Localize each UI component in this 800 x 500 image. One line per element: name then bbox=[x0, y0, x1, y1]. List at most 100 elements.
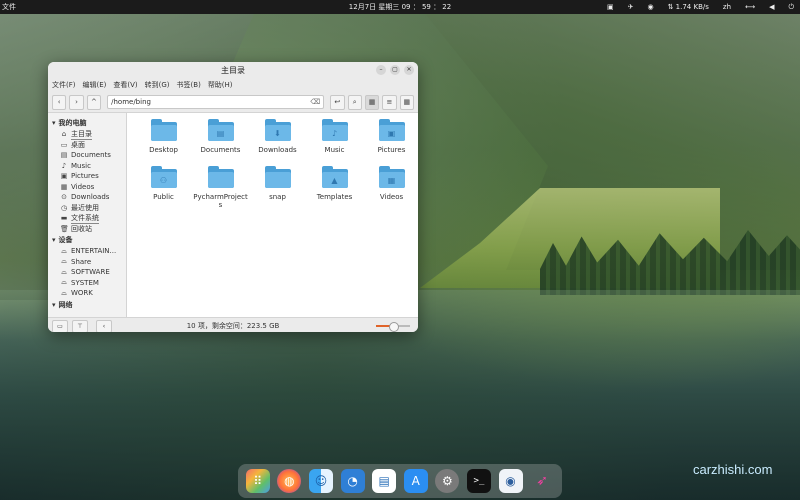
launchpad-icon[interactable]: ⠿ bbox=[245, 469, 270, 493]
chevron-down-icon: ▾ bbox=[52, 300, 56, 309]
sidebar-item-label: Music bbox=[71, 161, 91, 170]
menu-view[interactable]: 查看(V) bbox=[113, 80, 137, 90]
document-viewer-icon[interactable]: ▤ bbox=[372, 469, 397, 493]
sidebar-item-7[interactable]: ◷ 最近使用 bbox=[48, 203, 126, 214]
sidebar-item-4[interactable]: ▣ Pictures bbox=[48, 171, 126, 182]
folder-name: Videos bbox=[379, 193, 404, 201]
sidebar-section-devices[interactable]: ▾ 设备 bbox=[48, 234, 126, 246]
chevron-up-icon: ^ bbox=[91, 98, 97, 106]
menu-edit[interactable]: 编辑(E) bbox=[83, 80, 107, 90]
sidebar-section-network[interactable]: ▾ 网络 bbox=[48, 299, 126, 311]
firefox-icon[interactable]: ◍ bbox=[277, 469, 302, 493]
sidebar-item-label: Documents bbox=[71, 151, 111, 160]
wechat-icon[interactable]: ◉ bbox=[647, 3, 653, 11]
close-button[interactable]: ✕ bbox=[404, 65, 414, 75]
folder-item[interactable]: ▤ Documents bbox=[192, 119, 249, 154]
app-store-icon[interactable]: A bbox=[403, 469, 428, 493]
search-button[interactable]: ⌕ bbox=[347, 94, 362, 110]
tray-icon[interactable]: ✈ bbox=[628, 3, 634, 11]
compact-view-button[interactable]: ▦ bbox=[399, 94, 414, 110]
finder-icon[interactable]: ☺ bbox=[308, 469, 333, 493]
recent-icon: ◷ bbox=[60, 203, 68, 212]
zoom-slider[interactable] bbox=[376, 322, 410, 332]
terminal-icon[interactable]: >_ bbox=[466, 469, 491, 493]
list-view-button[interactable]: ≡ bbox=[382, 94, 397, 110]
sidebar-item-6[interactable]: ⊙ Downloads bbox=[48, 192, 126, 203]
folder-item[interactable]: ♪ Music bbox=[306, 119, 363, 154]
folder-item[interactable]: ▣ Pictures bbox=[363, 119, 418, 154]
clear-location-icon[interactable]: ⌫ bbox=[310, 98, 320, 106]
status-bar: ▭ ⊤ ‹ 10 项，剩余空间：223.5 GB bbox=[48, 317, 418, 332]
network-icon[interactable]: ⟷ bbox=[745, 3, 755, 11]
folder-item[interactable]: ⚇ Public bbox=[135, 166, 192, 209]
sidebar-item-2[interactable]: ▤ Documents bbox=[48, 150, 126, 161]
sidebar-item-label: 桌面 bbox=[71, 140, 85, 149]
grid-icon: ▦ bbox=[368, 98, 376, 106]
folder-icon: ⚇ bbox=[150, 166, 177, 188]
window-titlebar[interactable]: 主目录 – ▢ ✕ bbox=[48, 62, 418, 78]
icon-view-button[interactable]: ▦ bbox=[364, 94, 380, 110]
sidebar-item-5[interactable]: ▦ Videos bbox=[48, 182, 126, 193]
folder-icon: ♪ bbox=[321, 119, 348, 141]
drive-icon: ⌓ bbox=[61, 278, 67, 287]
input-method[interactable]: zh bbox=[723, 3, 731, 11]
sidebar-section-label: 设备 bbox=[58, 236, 73, 244]
folder-icon bbox=[150, 119, 177, 141]
sidebar-device-1[interactable]: ⌓ Share bbox=[48, 257, 126, 268]
sidebar-device-0[interactable]: ⌓ ENTERTAIN... bbox=[48, 246, 126, 257]
folder-item[interactable]: ▦ Videos bbox=[363, 166, 418, 209]
sidebar: ▾ 我的电脑 ⌂ 主目录 ▭ 桌面 ▤ Documents ♪ Music ▣ Pictures ▦ V… bbox=[48, 113, 127, 317]
linux-icon[interactable]: ◔ bbox=[340, 469, 365, 493]
file-view[interactable]: Desktop ▤ Documents ⬇ Downloads ♪ Music ▣ Pictur… bbox=[127, 113, 418, 317]
sidebar-section-my-computer[interactable]: ▾ 我的电脑 bbox=[48, 117, 126, 129]
sidebar-item-8[interactable]: ▬ 文件系统 bbox=[48, 213, 126, 224]
folder-item[interactable]: ⬇ Downloads bbox=[249, 119, 306, 154]
menu-help[interactable]: 帮助(H) bbox=[208, 80, 233, 90]
sidebar-item-3[interactable]: ♪ Music bbox=[48, 161, 126, 172]
folder-emblem: ♪ bbox=[321, 125, 348, 141]
chevron-down-icon: ▾ bbox=[52, 236, 56, 244]
toggle-location-button[interactable]: ↩ bbox=[330, 94, 345, 110]
up-button[interactable]: ^ bbox=[86, 94, 102, 110]
power-icon[interactable]: ⏻ bbox=[788, 3, 794, 12]
file-grid: Desktop ▤ Documents ⬇ Downloads ♪ Music ▣ Pictur… bbox=[135, 119, 418, 209]
documents-icon: ▤ bbox=[60, 151, 68, 160]
sidebar-device-3[interactable]: ⌓ SYSTEM bbox=[48, 278, 126, 289]
folder-name: PycharmProject s bbox=[193, 193, 248, 209]
search-icon: ⌕ bbox=[352, 97, 357, 106]
sidebar-section-label: 我的电脑 bbox=[58, 119, 87, 127]
folder-icon bbox=[264, 166, 291, 188]
menu-go[interactable]: 转到(G) bbox=[145, 80, 170, 90]
drive-icon: ⌓ bbox=[61, 246, 67, 255]
maximize-button[interactable]: ▢ bbox=[390, 65, 400, 75]
folder-name: Templates bbox=[316, 193, 353, 201]
sidebar-item-1[interactable]: ▭ 桌面 bbox=[48, 140, 126, 151]
zoom-slider-handle[interactable] bbox=[389, 322, 399, 332]
folder-icon: ▦ bbox=[378, 166, 405, 188]
folder-icon: ⬇ bbox=[264, 119, 291, 141]
sidebar-device-4[interactable]: ⌓ WORK bbox=[48, 288, 126, 299]
folder-item[interactable]: Desktop bbox=[135, 119, 192, 154]
sidebar-device-2[interactable]: ⌓ SOFTWARE bbox=[48, 267, 126, 278]
settings-icon[interactable]: ⚙ bbox=[435, 469, 460, 493]
menu-file[interactable]: 文件(F) bbox=[52, 80, 76, 90]
menu-bookmarks[interactable]: 书签(B) bbox=[177, 80, 201, 90]
back-button[interactable]: ‹ bbox=[52, 94, 67, 110]
sidebar-item-9[interactable]: 🗑 回收站 bbox=[48, 224, 126, 235]
minimize-button[interactable]: – bbox=[376, 65, 386, 75]
forward-button[interactable]: › bbox=[69, 94, 84, 110]
folder-icon: ▣ bbox=[378, 119, 405, 141]
swift-icon[interactable]: ➶ bbox=[530, 469, 554, 493]
screenshot-icon[interactable]: ◉ bbox=[498, 469, 523, 493]
location-bar[interactable]: /home/bing ⌫ bbox=[107, 95, 325, 109]
network-speed-value: 1.74 KB/s bbox=[675, 3, 709, 11]
volume-icon[interactable]: ◀ bbox=[769, 3, 774, 11]
app-indicator-icon[interactable]: ▣ bbox=[607, 3, 614, 11]
folder-item[interactable]: ▲ Templates bbox=[306, 166, 363, 209]
folder-item[interactable]: snap bbox=[249, 166, 306, 209]
status-text: 10 项，剩余空间：223.5 GB bbox=[186, 322, 280, 330]
dock: ⠿ ◍ ☺ ◔ ▤ A ⚙ >_ ◉ ➶ bbox=[238, 464, 562, 498]
folder-item[interactable]: PycharmProject s bbox=[192, 166, 249, 209]
sidebar-item-0[interactable]: ⌂ 主目录 bbox=[48, 129, 126, 140]
drive-icon: ⌓ bbox=[61, 267, 67, 276]
